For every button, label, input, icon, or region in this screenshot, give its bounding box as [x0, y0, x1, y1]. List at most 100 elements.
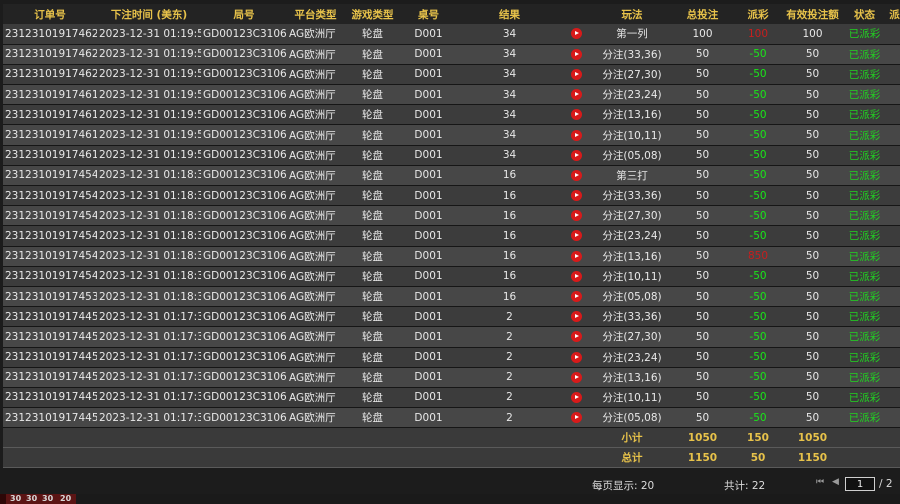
video-cell[interactable]	[563, 286, 590, 308]
platform-cell: AG欧洲厅	[287, 246, 344, 267]
video-cell[interactable]	[563, 145, 590, 166]
total-bet-cell: 50	[674, 387, 731, 409]
play-video-icon[interactable]	[571, 331, 582, 343]
first-page-icon[interactable]: ⏮	[816, 477, 824, 487]
header-order-id[interactable]: 订单号	[3, 4, 97, 24]
order-id-cell: 231231019174620	[3, 64, 97, 86]
bet-time-cell: 2023-12-31 01:18:36	[97, 286, 201, 308]
round-id-cell: GD00123C31069	[201, 347, 287, 368]
bet-time-cell: 2023-12-31 01:19:50	[97, 124, 201, 146]
total-bet-cell: 50	[674, 44, 731, 65]
table-row: 231231019174458 2023-12-31 01:17:32 GD0012…	[3, 326, 900, 348]
platform-cell: AG欧洲厅	[287, 124, 344, 146]
video-cell[interactable]	[563, 266, 590, 287]
play-video-icon[interactable]	[571, 391, 582, 403]
play-video-icon[interactable]	[571, 412, 582, 424]
result-cell: 2	[456, 367, 563, 388]
platform-cell: AG欧洲厅	[287, 205, 344, 227]
header-table-no[interactable]: 桌号	[401, 4, 456, 24]
valid-bet-cell: 50	[785, 124, 840, 146]
header-platform[interactable]: 平台类型	[287, 4, 344, 24]
overflow-cell	[889, 326, 900, 348]
video-cell[interactable]	[563, 44, 590, 65]
game-type-cell: 轮盘	[344, 326, 401, 348]
video-cell[interactable]	[563, 165, 590, 187]
play-video-icon[interactable]	[571, 48, 582, 60]
play-video-icon[interactable]	[571, 210, 582, 222]
payout-cell: -50	[731, 407, 785, 429]
video-cell[interactable]	[563, 185, 590, 207]
header-payout[interactable]: 派彩	[731, 4, 785, 24]
total-bet-cell: 50	[674, 104, 731, 126]
bet-time-cell: 2023-12-31 01:18:36	[97, 266, 201, 287]
header-result[interactable]: 结果	[456, 4, 563, 24]
play-video-icon[interactable]	[571, 109, 582, 121]
strip-chip: 30	[26, 494, 38, 503]
video-cell[interactable]	[563, 367, 590, 388]
play-video-icon[interactable]	[571, 311, 582, 323]
video-cell[interactable]	[563, 326, 590, 348]
bet-time-cell: 2023-12-31 01:17:32	[97, 306, 201, 328]
video-cell[interactable]	[563, 205, 590, 227]
play-video-icon[interactable]	[571, 270, 582, 282]
status-cell: 已派彩	[840, 145, 889, 166]
video-cell[interactable]	[563, 84, 590, 106]
play-video-icon[interactable]	[571, 169, 582, 181]
overflow-cell	[889, 185, 900, 207]
header-play[interactable]: 玩法	[590, 4, 674, 24]
video-cell[interactable]	[563, 407, 590, 429]
page-number-input[interactable]	[845, 477, 875, 491]
payout-cell: -50	[731, 225, 785, 247]
play-video-icon[interactable]	[571, 190, 582, 202]
status-cell: 已派彩	[840, 24, 889, 45]
video-cell[interactable]	[563, 64, 590, 86]
result-cell: 16	[456, 185, 563, 207]
play-video-icon[interactable]	[571, 351, 582, 363]
header-game-type[interactable]: 游戏类型	[344, 4, 401, 24]
play-cell: 分注(10,11)	[590, 266, 674, 287]
game-type-cell: 轮盘	[344, 104, 401, 126]
header-total-bet[interactable]: 总投注	[674, 4, 731, 24]
video-cell[interactable]	[563, 124, 590, 146]
bet-time-cell: 2023-12-31 01:18:36	[97, 246, 201, 267]
payout-cell: -50	[731, 205, 785, 227]
video-cell[interactable]	[563, 347, 590, 368]
total-bet-cell: 50	[674, 306, 731, 328]
table-no-cell: D001	[401, 24, 456, 45]
video-cell[interactable]	[563, 225, 590, 247]
status-cell: 已派彩	[840, 124, 889, 146]
order-id-cell: 231231019174542	[3, 225, 97, 247]
video-cell[interactable]	[563, 306, 590, 328]
game-type-cell: 轮盘	[344, 165, 401, 187]
video-cell[interactable]	[563, 24, 590, 45]
header-valid-bet[interactable]: 有效投注额	[785, 4, 840, 24]
play-video-icon[interactable]	[571, 149, 582, 161]
total-count-label: 共计: 22	[724, 480, 766, 492]
round-id-cell: GD00123C3106B	[201, 104, 287, 126]
valid-bet-cell: 50	[785, 225, 840, 247]
play-video-icon[interactable]	[571, 68, 582, 80]
play-video-icon[interactable]	[571, 230, 582, 242]
play-video-icon[interactable]	[571, 89, 582, 101]
bet-time-cell: 2023-12-31 01:17:32	[97, 407, 201, 429]
game-type-cell: 轮盘	[344, 266, 401, 287]
video-cell[interactable]	[563, 387, 590, 409]
play-video-icon[interactable]	[571, 371, 582, 383]
header-round-id[interactable]: 局号	[201, 4, 287, 24]
strip-chip: 30	[10, 494, 22, 503]
video-cell[interactable]	[563, 104, 590, 126]
result-cell: 2	[456, 347, 563, 368]
payout-cell: -50	[731, 367, 785, 388]
play-video-icon[interactable]	[571, 291, 582, 303]
header-status[interactable]: 状态	[840, 4, 889, 24]
header-bet-time[interactable]: 下注时间 (美东)	[97, 4, 201, 24]
game-type-cell: 轮盘	[344, 124, 401, 146]
bet-time-cell: 2023-12-31 01:17:32	[97, 326, 201, 348]
table-row: 231231019174621 2023-12-31 01:19:50 GD0012…	[3, 44, 900, 65]
play-video-icon[interactable]	[571, 250, 582, 262]
video-cell[interactable]	[563, 246, 590, 267]
play-video-icon[interactable]	[571, 129, 582, 141]
order-id-cell: 231231019174543	[3, 205, 97, 227]
play-video-icon[interactable]	[571, 28, 582, 40]
prev-page-icon[interactable]: ◀	[832, 477, 839, 487]
